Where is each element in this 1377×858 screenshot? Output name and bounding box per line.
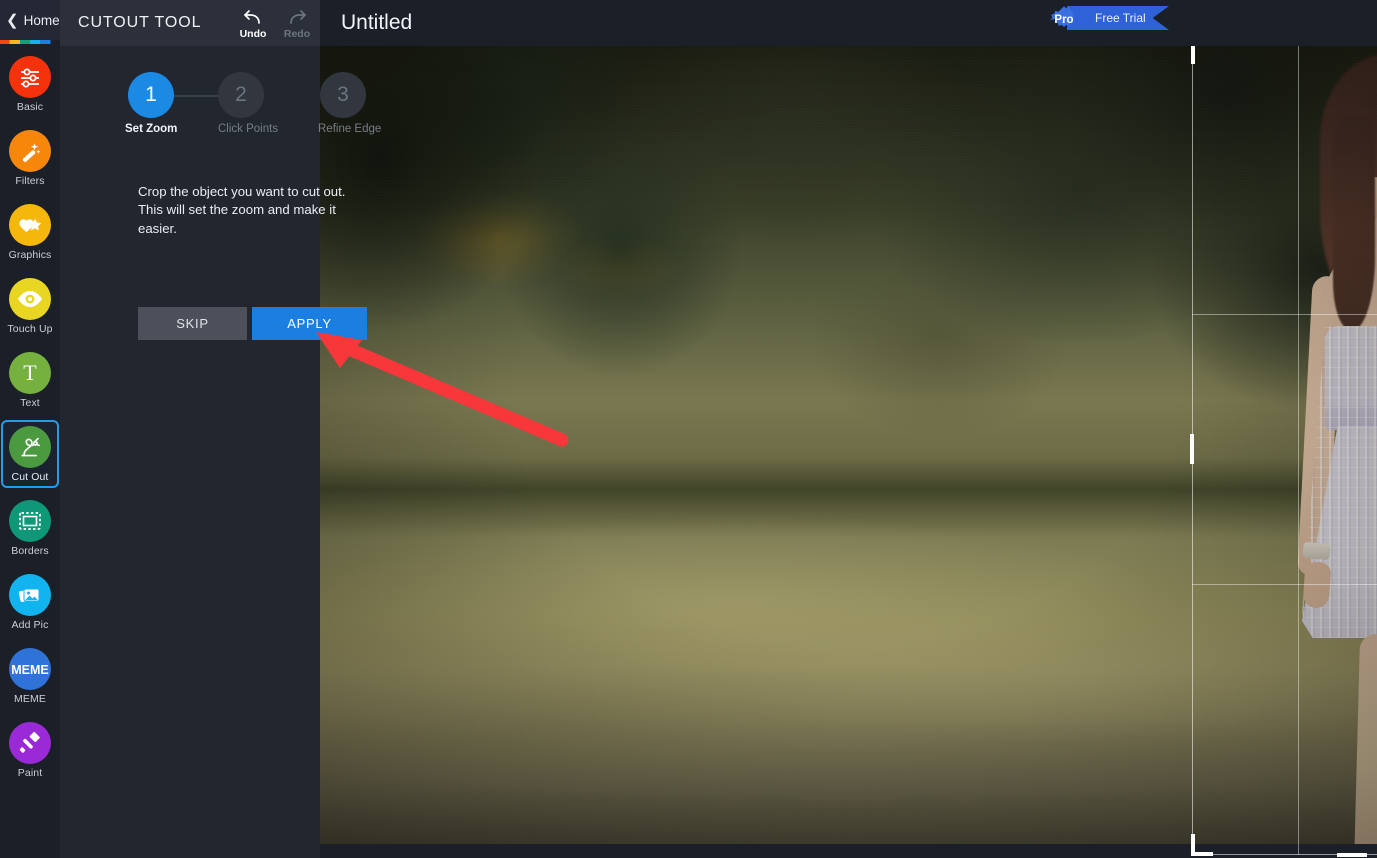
- text-t-icon: T: [9, 352, 51, 394]
- tool-label: Graphics: [8, 249, 52, 261]
- crop-handle-left-center[interactable]: [1190, 434, 1194, 464]
- tool-label: Touch Up: [7, 323, 53, 335]
- undo-icon: [243, 9, 260, 24]
- panel-header: CUTOUT TOOL Undo Redo: [60, 0, 320, 46]
- magic-wand-icon: [9, 130, 51, 172]
- home-label: Home: [23, 12, 60, 28]
- step-number: 3: [320, 72, 366, 118]
- crop-gridline-vertical-1: [1298, 43, 1299, 855]
- crop-gridline-horizontal-1: [1192, 314, 1377, 315]
- canvas-area: Untitled Free Trial Pro: [320, 0, 1377, 858]
- pro-free-trial-badge[interactable]: Free Trial Pro: [1049, 5, 1169, 31]
- sidebar-item-text[interactable]: T Text: [1, 346, 59, 414]
- crop-handle-bottom-left[interactable]: [1191, 834, 1213, 856]
- free-trial-ribbon: Free Trial: [1067, 6, 1169, 30]
- skip-button[interactable]: SKIP: [138, 307, 247, 340]
- crop-gridline-horizontal-2: [1192, 584, 1377, 585]
- sidebar-item-borders[interactable]: Borders: [1, 494, 59, 562]
- step-click-points[interactable]: 2 Click Points: [218, 72, 279, 135]
- tool-label: MEME: [14, 693, 46, 705]
- panel-action-buttons: SKIP APPLY: [138, 307, 367, 340]
- free-trial-label: Free Trial: [1095, 11, 1146, 25]
- tool-label: Filters: [15, 175, 45, 187]
- step-number: 1: [128, 72, 174, 118]
- scissors-path-icon: [9, 426, 51, 468]
- step-caption: Click Points: [218, 123, 279, 135]
- meme-icon: MEME: [9, 648, 51, 690]
- sidebar-item-filters[interactable]: Filters: [1, 124, 59, 192]
- panel-title: CUTOUT TOOL: [78, 14, 202, 31]
- pro-starburst-icon: Pro: [1049, 5, 1079, 35]
- sidebar-item-basic[interactable]: Basic: [1, 50, 59, 118]
- apply-button[interactable]: APPLY: [252, 307, 367, 340]
- undo-label: Undo: [239, 27, 267, 40]
- photos-icon: [9, 574, 51, 616]
- pro-label: Pro: [1054, 14, 1074, 26]
- redo-label: Redo: [283, 27, 311, 40]
- redo-button[interactable]: Redo: [276, 7, 318, 40]
- tool-label: Basic: [16, 101, 44, 113]
- sidebar-item-cut-out[interactable]: Cut Out: [1, 420, 59, 488]
- sidebar-item-touch-up[interactable]: Touch Up: [1, 272, 59, 340]
- rainbow-divider: [0, 40, 60, 44]
- chevron-left-icon: ❮: [6, 11, 19, 29]
- sidebar-item-graphics[interactable]: Graphics: [1, 198, 59, 266]
- cutout-stepper: 1 Set Zoom 2 Click Points 3 Refine Edge: [60, 60, 381, 146]
- step-refine-edge[interactable]: 3 Refine Edge: [318, 72, 382, 135]
- tool-label: Paint: [17, 767, 43, 779]
- tool-label: Borders: [11, 545, 49, 557]
- left-tool-rail: ❮ Home Basic Filters Graphics Touch Up T…: [0, 0, 60, 858]
- svg-text:MEME: MEME: [11, 663, 49, 677]
- tool-label: Text: [20, 397, 40, 409]
- tool-label: Add Pic: [11, 619, 49, 631]
- heart-star-icon: [9, 204, 51, 246]
- step-set-zoom[interactable]: 1 Set Zoom: [125, 72, 178, 135]
- redo-icon: [290, 9, 307, 24]
- sidebar-item-paint[interactable]: Paint: [1, 716, 59, 784]
- step-caption: Set Zoom: [125, 123, 178, 135]
- step-caption: Refine Edge: [318, 123, 382, 135]
- step-number: 2: [218, 72, 264, 118]
- crop-handle-bottom-center[interactable]: [1337, 853, 1367, 857]
- panel-description: Crop the object you want to cut out. Thi…: [138, 184, 346, 236]
- home-button[interactable]: ❮ Home: [0, 0, 60, 40]
- crop-selection-box[interactable]: [1190, 41, 1377, 857]
- paintbrush-icon: [9, 722, 51, 764]
- sidebar-item-meme[interactable]: MEME MEME: [1, 642, 59, 710]
- document-title: Untitled: [341, 11, 413, 34]
- canvas-topbar: Untitled Free Trial Pro: [320, 0, 1377, 46]
- cutout-side-panel: CUTOUT TOOL Undo Redo 1 Set Zoom 2 Click…: [60, 0, 381, 858]
- undo-button[interactable]: Undo: [232, 7, 274, 40]
- sliders-icon: [9, 56, 51, 98]
- eye-icon: [9, 278, 51, 320]
- tool-list: Basic Filters Graphics Touch Up T Text C…: [0, 50, 60, 790]
- tool-label: Cut Out: [11, 471, 49, 483]
- svg-text:T: T: [23, 361, 37, 385]
- frame-icon: [9, 500, 51, 542]
- cutout-editor-window: ❮ Home Basic Filters Graphics Touch Up T…: [0, 0, 1377, 858]
- sidebar-item-add-pic[interactable]: Add Pic: [1, 568, 59, 636]
